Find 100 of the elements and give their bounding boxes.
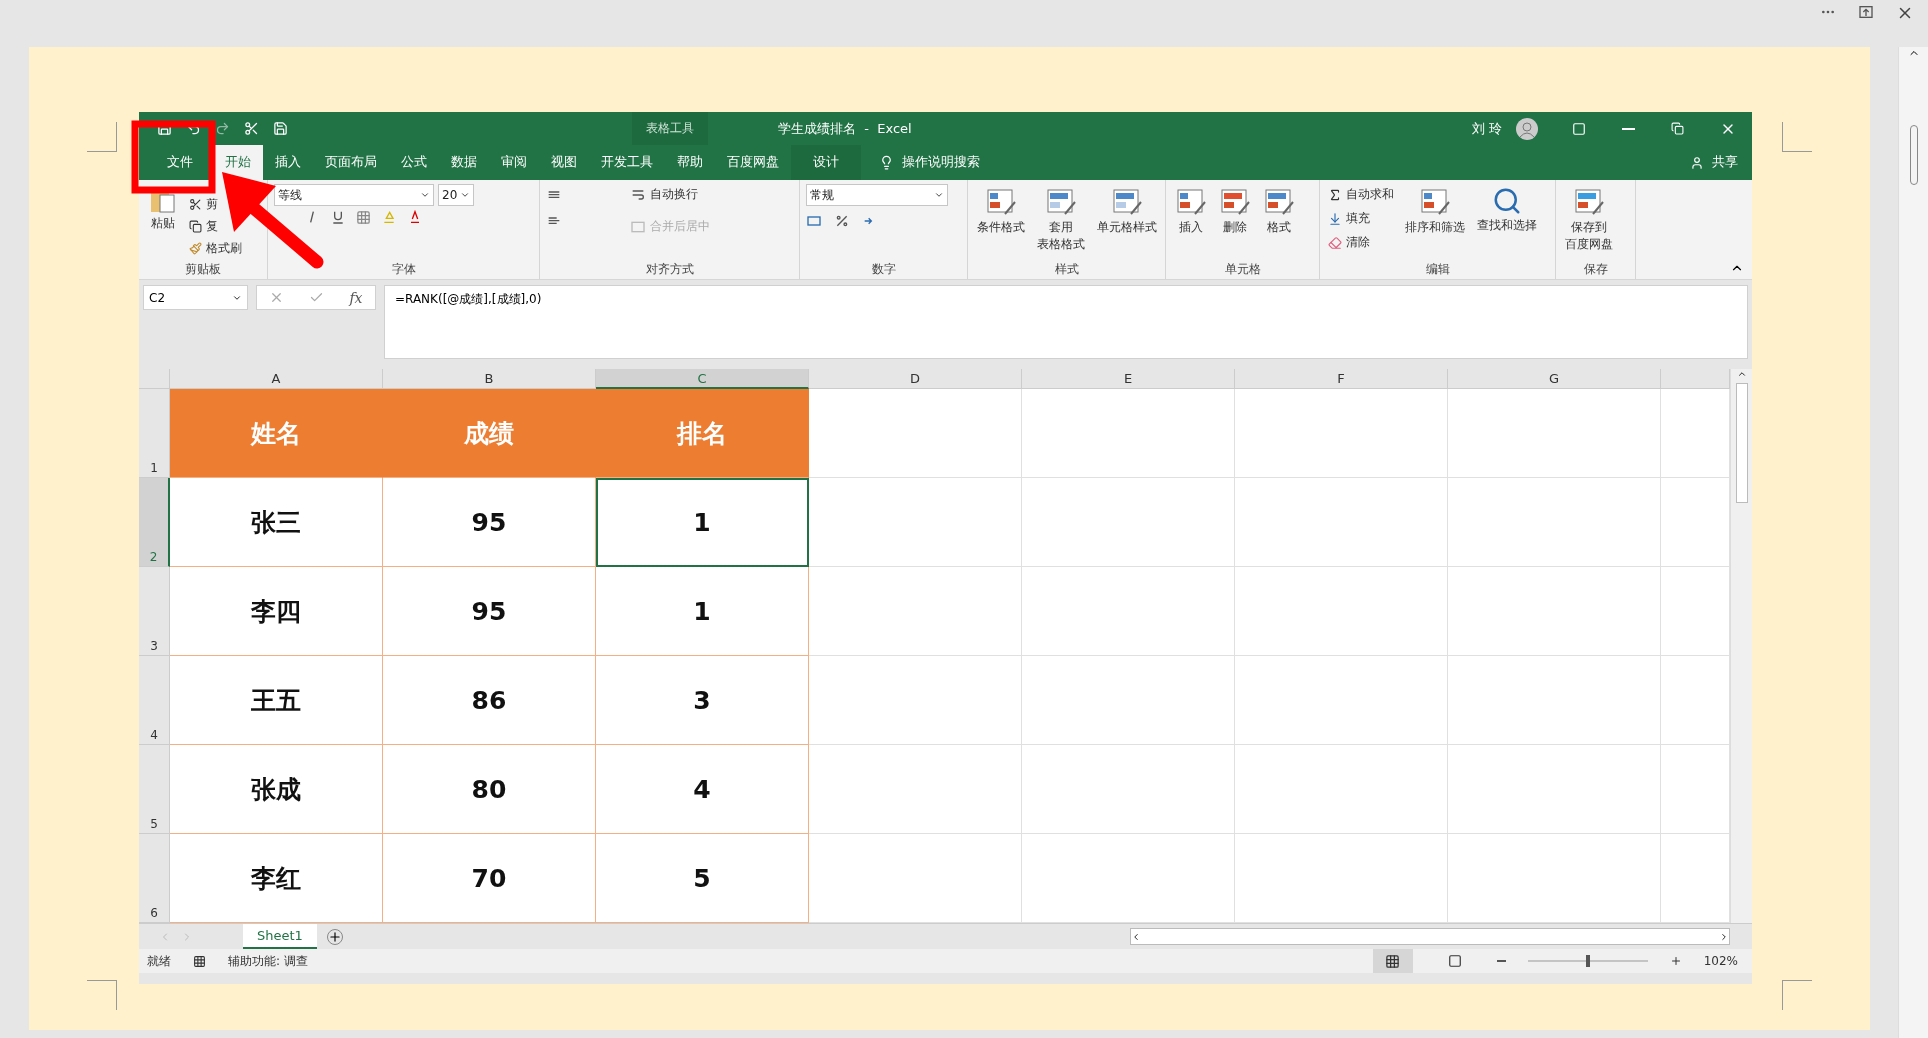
cells-button[interactable]: 删除 xyxy=(1216,184,1254,237)
ribbon-tab[interactable]: 设计 xyxy=(791,145,861,180)
border-icon[interactable] xyxy=(356,209,371,225)
table-cell: 王五 xyxy=(170,656,383,745)
name-box[interactable]: C2 xyxy=(143,285,248,310)
restore-icon[interactable] xyxy=(1671,122,1684,135)
minimize-icon[interactable] xyxy=(1622,127,1635,130)
row-header[interactable]: 6 xyxy=(139,834,170,923)
ribbon-tab[interactable]: 开发工具 xyxy=(589,145,665,180)
page-scrollbar[interactable] xyxy=(1898,47,1928,1038)
table-cell: 1 xyxy=(596,478,809,567)
clipboard-item[interactable]: 剪 xyxy=(187,194,220,215)
vertical-scrollbar[interactable] xyxy=(1730,369,1752,923)
grid-icon xyxy=(1385,953,1401,969)
sheet-tab[interactable]: Sheet1 xyxy=(243,924,317,949)
wrap-text-button[interactable]: 自动换行 xyxy=(628,184,712,205)
page-icon xyxy=(1447,954,1462,968)
styles-button[interactable]: 条件格式 xyxy=(974,184,1028,237)
user-name: 刘 玲 xyxy=(1471,119,1502,138)
row-header[interactable]: 4 xyxy=(139,656,170,745)
font-size-field[interactable]: 20 xyxy=(438,184,474,206)
column-header[interactable]: F xyxy=(1235,369,1448,389)
normal-view-button[interactable] xyxy=(1372,949,1413,973)
ribbon-tab[interactable]: 帮助 xyxy=(665,145,715,180)
save-to-cloud-button[interactable]: 保存到 百度网盘 xyxy=(1562,184,1616,254)
crop-mark xyxy=(1782,122,1812,152)
column-header[interactable]: A xyxy=(170,369,383,389)
group-label: 数字 xyxy=(870,261,897,278)
eraser-icon xyxy=(1328,235,1342,250)
cut-icon[interactable] xyxy=(244,121,259,136)
group-label: 单元格 xyxy=(1223,261,1262,278)
row-header[interactable]: 1 xyxy=(139,389,170,478)
ribbon-tab[interactable]: 数据 xyxy=(439,145,489,180)
ribbon-tab[interactable]: 百度网盘 xyxy=(715,145,791,180)
search-icon xyxy=(1492,186,1522,216)
ribbon-tab[interactable]: 公式 xyxy=(389,145,439,180)
group-label: 编辑 xyxy=(1424,261,1451,278)
scroll-right-icon[interactable] xyxy=(1719,931,1729,942)
ribbon-tab[interactable]: 视图 xyxy=(539,145,589,180)
group-label: 字体 xyxy=(390,261,417,278)
cells-button[interactable]: 插入 xyxy=(1172,184,1210,237)
share-button[interactable]: 共享 xyxy=(1712,154,1738,171)
cells-button[interactable]: 格式 xyxy=(1260,184,1298,237)
editing-item[interactable]: 清除 xyxy=(1326,232,1396,253)
editing-item[interactable]: 填充 xyxy=(1326,208,1396,229)
editing-button[interactable]: 排序和筛选 xyxy=(1402,184,1468,237)
ribbon-tab[interactable]: 审阅 xyxy=(489,145,539,180)
column-header[interactable]: E xyxy=(1022,369,1235,389)
scroll-left-icon[interactable] xyxy=(1131,931,1141,942)
accessibility-status[interactable]: 辅助功能: 调查 xyxy=(228,952,308,970)
row-header[interactable]: 5 xyxy=(139,745,170,834)
zoom-in-icon[interactable] xyxy=(1669,955,1682,967)
editing-button[interactable]: 查找和选择 xyxy=(1474,184,1540,235)
zoom-slider-thumb[interactable] xyxy=(1585,955,1590,967)
redo-icon[interactable] xyxy=(215,121,230,136)
column-header[interactable]: G xyxy=(1448,369,1661,389)
column-header[interactable]: D xyxy=(809,369,1022,389)
table-cell: 95 xyxy=(383,567,596,656)
group-label: 保存 xyxy=(1582,261,1609,278)
avatar xyxy=(1516,117,1538,140)
crop-mark xyxy=(87,122,117,152)
header-cell: 成绩 xyxy=(383,389,596,478)
horizontal-scrollbar[interactable] xyxy=(1130,928,1730,945)
currency-icon xyxy=(806,213,822,229)
row-header[interactable]: 2 xyxy=(139,478,170,567)
header-cell: 排名 xyxy=(596,389,809,478)
tell-me-search[interactable]: 操作说明搜索 xyxy=(902,154,980,171)
group-label: 对齐方式 xyxy=(644,261,695,278)
column-header[interactable]: B xyxy=(383,369,596,389)
styles-button[interactable]: 套用 表格格式 xyxy=(1034,184,1088,254)
styles-button[interactable]: 单元格样式 xyxy=(1094,184,1160,237)
group-label: 样式 xyxy=(1053,261,1080,278)
insert-function-button[interactable]: fx xyxy=(349,289,363,306)
crop-mark xyxy=(87,980,117,1010)
cut-icon xyxy=(189,198,202,211)
crop-mark xyxy=(1782,980,1812,1010)
ready-status: 就绪 xyxy=(147,952,171,970)
ribbon-tab[interactable]: 文件 xyxy=(147,145,213,180)
ribbon-tab[interactable]: 页面布局 xyxy=(313,145,389,180)
sum-icon xyxy=(1328,187,1342,202)
font-name-field[interactable]: 等线 xyxy=(274,184,434,206)
paste-button[interactable]: 粘贴 xyxy=(145,184,181,233)
clipboard-item[interactable]: 复 xyxy=(187,216,220,237)
zoom-slider[interactable] xyxy=(1527,954,1648,968)
macro-icon[interactable] xyxy=(193,954,206,968)
ribbon-display-icon[interactable] xyxy=(1572,121,1586,136)
editing-item[interactable]: 自动求和 xyxy=(1326,184,1396,205)
table-cell: 李红 xyxy=(170,834,383,923)
column-header[interactable]: C xyxy=(596,369,809,389)
table-cell: 5 xyxy=(596,834,809,923)
save-icon[interactable] xyxy=(273,121,288,136)
scroll-up-icon[interactable] xyxy=(1736,369,1747,379)
ribbon-tab[interactable]: 插入 xyxy=(263,145,313,180)
formula-field[interactable]: =RANK([@成绩],[成绩],0) xyxy=(384,285,1748,359)
table-cell: 86 xyxy=(383,656,596,745)
row-header[interactable]: 3 xyxy=(139,567,170,656)
table-cell: 3 xyxy=(596,656,809,745)
clipboard-item[interactable]: 格式刷 xyxy=(187,238,244,259)
scroll-thumb[interactable] xyxy=(1735,383,1748,503)
number-format-field[interactable]: 常规 xyxy=(806,184,948,206)
